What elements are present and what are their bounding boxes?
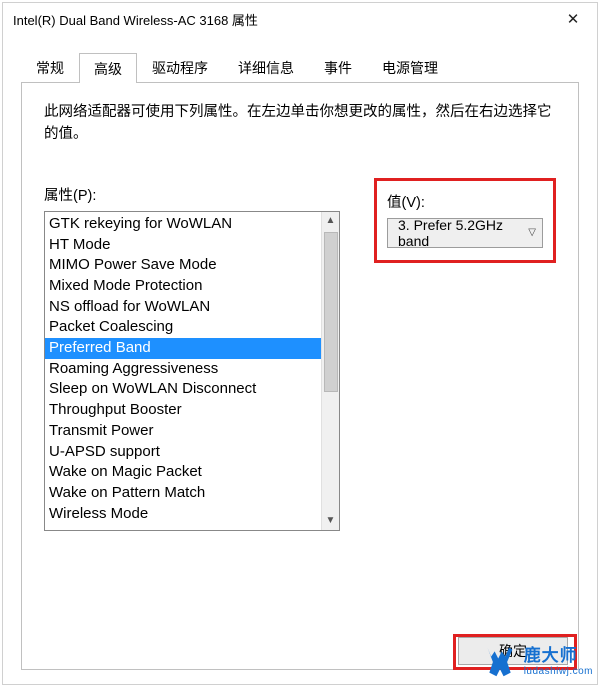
- list-item[interactable]: GTK rekeying for WoWLAN: [45, 214, 321, 235]
- value-column: 值(V): 3. Prefer 5.2GHz band ▽: [374, 184, 556, 531]
- list-item[interactable]: MIMO Power Save Mode: [45, 255, 321, 276]
- dialog-button-bar: 确定: [453, 634, 577, 670]
- property-list-inner: GTK rekeying for WoWLANHT ModeMIMO Power…: [45, 212, 321, 530]
- list-item[interactable]: Wireless Mode: [45, 504, 321, 525]
- list-item[interactable]: Packet Coalescing: [45, 317, 321, 338]
- scroll-down-arrow-icon[interactable]: ▼: [322, 512, 339, 530]
- tab-advanced[interactable]: 高级: [79, 53, 137, 83]
- value-selected-text: 3. Prefer 5.2GHz band: [398, 217, 528, 249]
- list-item[interactable]: Mixed Mode Protection: [45, 276, 321, 297]
- list-item[interactable]: U-APSD support: [45, 442, 321, 463]
- tab-general[interactable]: 常规: [21, 53, 79, 82]
- list-item[interactable]: Wake on Magic Packet: [45, 462, 321, 483]
- list-item[interactable]: NS offload for WoWLAN: [45, 297, 321, 318]
- property-column: 属性(P): GTK rekeying for WoWLANHT ModeMIM…: [44, 184, 340, 531]
- value-highlight-annotation: 值(V): 3. Prefer 5.2GHz band ▽: [374, 178, 556, 263]
- scroll-up-arrow-icon[interactable]: ▲: [322, 212, 339, 230]
- chevron-down-icon: ▽: [528, 227, 536, 238]
- tab-strip: 常规 高级 驱动程序 详细信息 事件 电源管理: [21, 53, 579, 83]
- value-label: 值(V):: [387, 191, 543, 212]
- property-label: 属性(P):: [44, 184, 340, 205]
- tab-power[interactable]: 电源管理: [367, 53, 453, 82]
- titlebar: Intel(R) Dual Band Wireless-AC 3168 属性 ✕: [3, 3, 597, 35]
- listbox-scrollbar[interactable]: ▲ ▼: [321, 212, 339, 530]
- list-item[interactable]: Preferred Band: [45, 338, 321, 359]
- ok-button[interactable]: 确定: [458, 637, 568, 665]
- close-icon: ✕: [567, 10, 580, 28]
- list-item[interactable]: Transmit Power: [45, 421, 321, 442]
- list-item[interactable]: Sleep on WoWLAN Disconnect: [45, 379, 321, 400]
- tab-events[interactable]: 事件: [309, 53, 367, 82]
- value-combobox[interactable]: 3. Prefer 5.2GHz band ▽: [387, 218, 543, 248]
- list-item[interactable]: Wake on Pattern Match: [45, 483, 321, 504]
- close-button[interactable]: ✕: [551, 4, 595, 34]
- property-listbox[interactable]: GTK rekeying for WoWLANHT ModeMIMO Power…: [44, 211, 340, 531]
- advanced-panel: 此网络适配器可使用下列属性。在左边单击你想更改的属性，然后在右边选择它的值。 属…: [21, 83, 579, 670]
- list-item[interactable]: HT Mode: [45, 235, 321, 256]
- columns: 属性(P): GTK rekeying for WoWLANHT ModeMIM…: [44, 184, 556, 531]
- ok-button-label: 确定: [499, 641, 527, 661]
- window-title: Intel(R) Dual Band Wireless-AC 3168 属性: [13, 10, 551, 29]
- list-item[interactable]: Roaming Aggressiveness: [45, 359, 321, 380]
- scroll-thumb[interactable]: [324, 232, 338, 392]
- tab-driver[interactable]: 驱动程序: [137, 53, 223, 82]
- tab-details[interactable]: 详细信息: [223, 53, 309, 82]
- ok-highlight-annotation: 确定: [453, 634, 577, 670]
- panel-description: 此网络适配器可使用下列属性。在左边单击你想更改的属性，然后在右边选择它的值。: [44, 101, 556, 146]
- properties-dialog: Intel(R) Dual Band Wireless-AC 3168 属性 ✕…: [2, 2, 598, 685]
- list-item[interactable]: Throughput Booster: [45, 400, 321, 421]
